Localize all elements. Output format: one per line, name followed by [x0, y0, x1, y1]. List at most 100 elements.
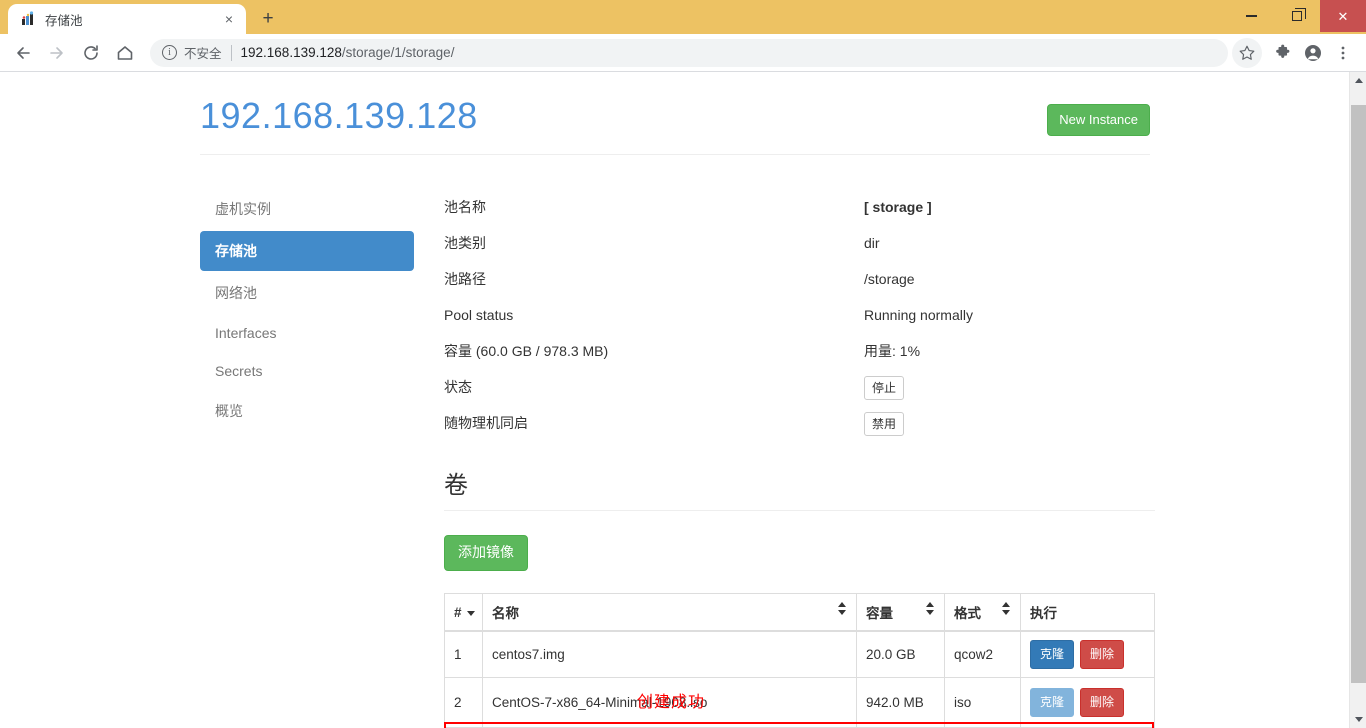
chevron-down-icon — [1354, 717, 1363, 722]
column-header-index[interactable]: # — [444, 593, 483, 633]
back-icon — [17, 46, 30, 59]
column-header-capacity[interactable]: 容量 — [856, 593, 945, 633]
column-header-format-label: 格式 — [954, 606, 981, 622]
page-header: 192.168.139.128 New Instance — [200, 96, 1150, 156]
sort-both-icon — [1002, 602, 1011, 616]
clone-button[interactable]: 克隆 — [1030, 640, 1075, 670]
clone-button[interactable]: 克隆 — [1030, 688, 1075, 718]
detail-label: 状态 — [444, 379, 472, 396]
detail-label: 池名称 — [444, 199, 486, 216]
detail-row-pool-status: Pool status Running normally — [444, 297, 1155, 333]
close-window-button[interactable]: ✕ — [1320, 0, 1366, 32]
reload-button[interactable] — [76, 38, 106, 68]
cell-index: 1 — [444, 630, 483, 679]
home-icon — [117, 45, 133, 60]
sidebar-item-storage-pools[interactable]: 存储池 — [200, 231, 414, 272]
maximize-button[interactable] — [1274, 0, 1320, 32]
forward-icon — [50, 46, 63, 59]
column-header-format[interactable]: 格式 — [944, 593, 1021, 633]
scroll-up-button[interactable] — [1350, 72, 1366, 89]
app-favicon-icon — [20, 11, 36, 27]
maximize-icon — [1292, 8, 1306, 21]
table-row: 1 centos7.img 20.0 GB qcow2 克隆 删除 — [444, 630, 1155, 679]
column-header-capacity-label: 容量 — [866, 606, 893, 622]
add-image-button[interactable]: 添加镜像 — [444, 535, 528, 572]
delete-button[interactable]: 删除 — [1080, 688, 1125, 718]
stop-pool-button[interactable]: 停止 — [864, 376, 905, 401]
detail-row-autostart: 随物理机同启 禁用 — [444, 405, 1155, 441]
detail-label: 池路径 — [444, 271, 486, 288]
new-instance-button[interactable]: New Instance — [1047, 104, 1150, 137]
detail-value-pool-status: Running normally — [864, 307, 973, 324]
sidebar-item-instances[interactable]: 虚机实例 — [200, 189, 414, 229]
cell-capacity: 20.0 GB — [856, 630, 945, 679]
detail-row-pool-path: 池路径 /storage — [444, 261, 1155, 297]
volumes-section-title: 卷 — [444, 465, 1155, 512]
url-path: /storage/1/storage/ — [341, 45, 455, 60]
sidebar-item-network-pools[interactable]: 网络池 — [200, 273, 414, 313]
volumes-table-head: # 名称 容量 格式 执行 — [444, 593, 1155, 633]
column-header-name-label: 名称 — [492, 606, 519, 622]
detail-value-pool-path: /storage — [864, 271, 915, 288]
browser-tab[interactable]: 存储池 × — [8, 4, 246, 34]
page-body: 虚机实例 存储池 网络池 Interfaces Secrets 概览 池名称 [… — [200, 189, 1155, 728]
sidebar-item-interfaces[interactable]: Interfaces — [200, 315, 414, 351]
column-header-index-label: # — [454, 604, 462, 620]
scroll-down-button[interactable] — [1350, 711, 1366, 728]
column-header-name[interactable]: 名称 — [482, 593, 857, 633]
minimize-button[interactable] — [1228, 0, 1274, 32]
forward-button[interactable] — [42, 38, 72, 68]
page-viewport: 192.168.139.128 New Instance 虚机实例 存储池 网络… — [0, 72, 1366, 728]
detail-value-usage: 用量: 1% — [864, 343, 921, 360]
info-icon[interactable]: i — [162, 45, 177, 60]
column-header-actions: 执行 — [1020, 593, 1155, 633]
vertical-scrollbar[interactable] — [1349, 72, 1366, 728]
table-row: 2 CentOS-7-x86_64-Minimal-1908.iso 942.0… — [444, 677, 1155, 728]
cell-index: 2 — [444, 677, 483, 728]
home-button[interactable] — [110, 38, 140, 68]
bookmark-star-button[interactable] — [1232, 37, 1262, 68]
disable-autostart-button[interactable]: 禁用 — [864, 412, 905, 437]
delete-button[interactable]: 删除 — [1080, 640, 1125, 670]
web-page: 192.168.139.128 New Instance 虚机实例 存储池 网络… — [0, 72, 1348, 728]
new-tab-button[interactable]: + — [254, 4, 282, 32]
extensions-button[interactable] — [1268, 38, 1298, 68]
browser-window: 存储池 × + ✕ i 不安全 192.168.139.128 /storage… — [0, 0, 1366, 728]
close-icon[interactable]: × — [220, 10, 238, 28]
table-header-row: # 名称 容量 格式 执行 — [444, 593, 1155, 633]
pool-detail-panel: 池名称 [ storage ] 池类别 dir 池路径 /storage Poo… — [430, 189, 1155, 728]
sort-both-icon — [926, 602, 935, 616]
star-icon — [1239, 45, 1255, 60]
scrollbar-thumb[interactable] — [1351, 105, 1366, 683]
window-controls: ✕ — [1228, 0, 1366, 32]
sidebar-nav: 虚机实例 存储池 网络池 Interfaces Secrets 概览 — [200, 189, 430, 728]
cell-format: iso — [944, 677, 1021, 728]
browser-titlebar: 存储池 × + ✕ — [0, 0, 1366, 34]
tab-strip: 存储池 × + — [0, 0, 282, 34]
detail-row-capacity: 容量 (60.0 GB / 978.3 MB) 用量: 1% — [444, 333, 1155, 369]
volumes-table: # 名称 容量 格式 执行 1 centos7.img 20.0 GB qcow… — [444, 593, 1155, 728]
sidebar-item-overview[interactable]: 概览 — [200, 391, 414, 431]
cell-actions: 克隆 删除 — [1020, 677, 1155, 728]
security-status-label: 不安全 — [184, 47, 222, 61]
address-bar[interactable]: i 不安全 192.168.139.128/storage/1/storage/ — [150, 38, 1228, 67]
sort-both-icon — [838, 602, 847, 616]
close-window-icon: ✕ — [1337, 8, 1349, 24]
cell-capacity: 942.0 MB — [856, 677, 945, 728]
profile-icon — [1305, 44, 1321, 61]
annotation-note: 创建成功 — [637, 694, 706, 711]
tab-title: 存储池 — [45, 13, 83, 28]
omnibox-divider — [230, 44, 232, 61]
sidebar-item-secrets[interactable]: Secrets — [200, 353, 414, 389]
detail-label: 容量 (60.0 GB / 978.3 MB) — [444, 343, 609, 360]
sort-desc-icon — [466, 610, 475, 616]
cell-actions: 克隆 删除 — [1020, 630, 1155, 679]
menu-button[interactable] — [1328, 38, 1358, 68]
reload-icon — [84, 44, 98, 60]
browser-toolbar: i 不安全 192.168.139.128/storage/1/storage/ — [0, 34, 1366, 72]
profile-button[interactable] — [1298, 38, 1328, 68]
volumes-table-body: 1 centos7.img 20.0 GB qcow2 克隆 删除 2 Cent… — [444, 630, 1155, 728]
detail-value-pool-type: dir — [864, 235, 880, 252]
back-button[interactable] — [8, 38, 38, 68]
detail-label: 随物理机同启 — [444, 415, 528, 432]
